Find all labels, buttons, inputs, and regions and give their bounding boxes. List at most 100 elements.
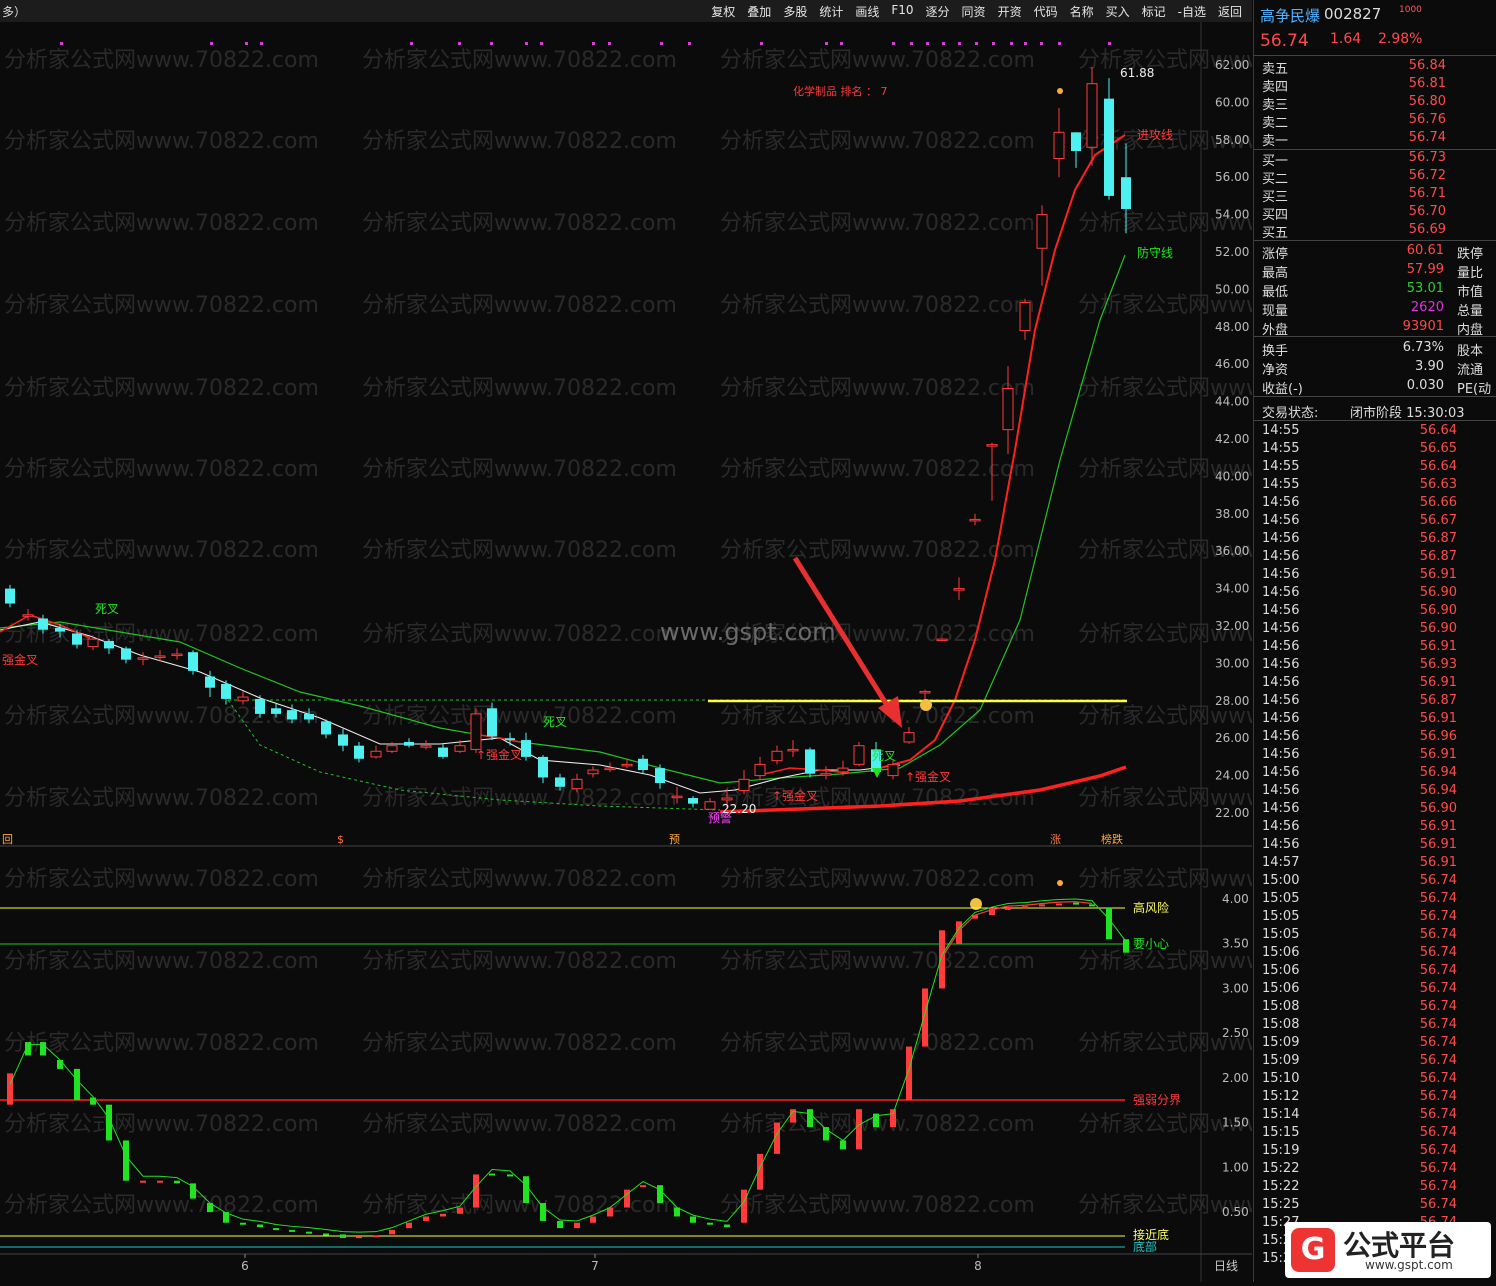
indicator-bar-14 xyxy=(240,1222,246,1225)
indicator-bar-34 xyxy=(574,1222,580,1229)
toolbar-button-11[interactable]: 买入 xyxy=(1100,0,1136,22)
marker-label: 涨 xyxy=(1050,833,1061,846)
ask-row-4[interactable]: 卖四 56.81 xyxy=(1254,76,1496,95)
side-text: 56.74 xyxy=(1419,1035,1457,1050)
watermark-text: 分析家公式网www.70822.com xyxy=(720,1193,1035,1218)
side-text: 56.87 xyxy=(1419,531,1457,546)
toolbar-button-8[interactable]: 开资 xyxy=(992,0,1028,22)
signal-dot xyxy=(608,42,611,45)
tick-row: 14:56 56.91 xyxy=(1254,675,1496,693)
signal-dot xyxy=(592,42,595,45)
toolbar-button-10[interactable]: 名称 xyxy=(1064,0,1100,22)
toolbar-button-5[interactable]: F10 xyxy=(885,0,919,22)
center-watermark: www.gspt.com xyxy=(660,618,836,646)
side-text: 56.90 xyxy=(1419,801,1457,816)
candle-body xyxy=(454,745,466,752)
toolbar-button-2[interactable]: 多股 xyxy=(777,0,813,22)
strong-weak-label: 强弱分界 xyxy=(1133,1093,1181,1107)
side-text: 15:06 xyxy=(1262,963,1300,978)
side-text: 56.91 xyxy=(1419,819,1457,834)
price-tick-label: 32.00 xyxy=(1215,619,1249,633)
ask-row-5[interactable]: 卖五 56.84 xyxy=(1254,58,1496,77)
indicator-bar-57 xyxy=(956,921,962,944)
side-text: 换手 xyxy=(1262,344,1289,359)
side-text: 14:56 xyxy=(1262,585,1300,600)
side-text: 15:05 xyxy=(1262,891,1300,906)
side-text: 量比 xyxy=(1457,266,1484,281)
toolbar-button-14[interactable]: 返回 xyxy=(1212,0,1248,22)
side-text: 交易状态: xyxy=(1262,406,1319,421)
side-text: 56.76 xyxy=(1408,112,1446,127)
price-tick-label: 52.00 xyxy=(1215,245,1249,259)
indicator-bar-53 xyxy=(890,1109,896,1128)
candle-32 xyxy=(538,755,548,784)
indicator-bar-63 xyxy=(1056,903,1062,906)
side-text: 市值 xyxy=(1457,285,1484,300)
candle-body xyxy=(470,713,482,750)
toolbar-button-1[interactable]: 叠加 xyxy=(741,0,777,22)
toolbar-button-4[interactable]: 画线 xyxy=(849,0,885,22)
watermark-text: 分析家公式网www.70822.com xyxy=(720,867,1035,892)
watermark-text: 分析家公式网www.70822.com xyxy=(4,48,319,73)
side-text: 现量 xyxy=(1262,304,1289,319)
candle-body xyxy=(604,767,616,771)
side-divider xyxy=(1254,420,1496,421)
kline-chart[interactable]: 分析家公式网www.70822.com 分析家公式网www.70822.com 分析… xyxy=(0,22,1393,1282)
side-text: 买五 xyxy=(1262,226,1289,241)
watermark-text: 分析家公式网www.70822.com xyxy=(4,867,319,892)
bid-row-5[interactable]: 买五 56.69 xyxy=(1254,222,1496,241)
candle-57 xyxy=(953,577,965,600)
tick-row: 14:56 56.91 xyxy=(1254,711,1496,729)
bid-row-1[interactable]: 买一 56.73 xyxy=(1254,150,1496,169)
toolbar-button-3[interactable]: 统计 xyxy=(813,0,849,22)
toolbar-button-6[interactable]: 逐分 xyxy=(920,0,956,22)
ask-row-3[interactable]: 卖三 56.80 xyxy=(1254,94,1496,113)
toolbar-button-9[interactable]: 代码 xyxy=(1028,0,1064,22)
tick-row: 15:09 56.74 xyxy=(1254,1035,1496,1053)
tick-row: 14:55 56.64 xyxy=(1254,423,1496,441)
indicator-tick-label: 2.00 xyxy=(1222,1071,1249,1085)
side-text: 买三 xyxy=(1262,190,1289,205)
indicator-tick-label: 1.50 xyxy=(1222,1116,1249,1130)
candle-54 xyxy=(903,726,915,744)
watermark-text: 分析家公式网www.70822.com xyxy=(720,48,1035,73)
bid-row-4[interactable]: 买四 56.70 xyxy=(1254,204,1496,223)
indicator-tick-label: 0.50 xyxy=(1222,1205,1249,1219)
candle-body xyxy=(354,745,364,759)
candle-body xyxy=(338,734,348,746)
candle-body xyxy=(1086,83,1098,148)
toolbar-button-13[interactable]: -自选 xyxy=(1172,0,1212,22)
ask-row-2[interactable]: 卖二 56.76 xyxy=(1254,112,1496,131)
person-icon xyxy=(1057,880,1063,886)
price-tick-label: 48.00 xyxy=(1215,320,1249,334)
side-text: 卖五 xyxy=(1262,62,1289,77)
bid-row-3[interactable]: 买三 56.71 xyxy=(1254,186,1496,205)
bid-row-2[interactable]: 买二 56.72 xyxy=(1254,168,1496,187)
tick-row: 14:56 56.90 xyxy=(1254,621,1496,639)
side-text: 6.73% xyxy=(1402,340,1444,355)
candle-66 xyxy=(1104,78,1114,200)
indicator-bar-16 xyxy=(273,1228,279,1231)
toolbar-button-0[interactable]: 复权 xyxy=(705,0,741,22)
candle-body xyxy=(1121,177,1131,209)
candle-47 xyxy=(787,740,799,757)
candle-body xyxy=(571,778,583,790)
low-price-label: 22.20 xyxy=(722,802,756,816)
candle-body xyxy=(420,745,432,748)
candle-body xyxy=(5,588,15,604)
toolbar-button-7[interactable]: 同资 xyxy=(956,0,992,22)
ask-row-1[interactable]: 卖一 56.74 xyxy=(1254,130,1496,149)
dead-cross-label: 死叉 xyxy=(543,715,567,729)
tick-row: 14:56 56.93 xyxy=(1254,657,1496,675)
side-text: 56.71 xyxy=(1408,186,1446,201)
side-text: 53.01 xyxy=(1406,281,1444,296)
candle-64 xyxy=(1071,132,1081,168)
toolbar-button-12[interactable]: 标记 xyxy=(1136,0,1172,22)
side-text: PE(动 xyxy=(1457,382,1492,397)
kline-chart-area[interactable]: 分析家公式网www.70822.com 分析家公式网www.70822.com 分析… xyxy=(0,22,1393,1282)
signal-dot xyxy=(910,42,913,45)
side-text: 流通 xyxy=(1457,363,1484,378)
side-text: 57.99 xyxy=(1406,262,1444,277)
candle-19 xyxy=(321,719,331,739)
price-tick-label: 56.00 xyxy=(1215,170,1249,184)
